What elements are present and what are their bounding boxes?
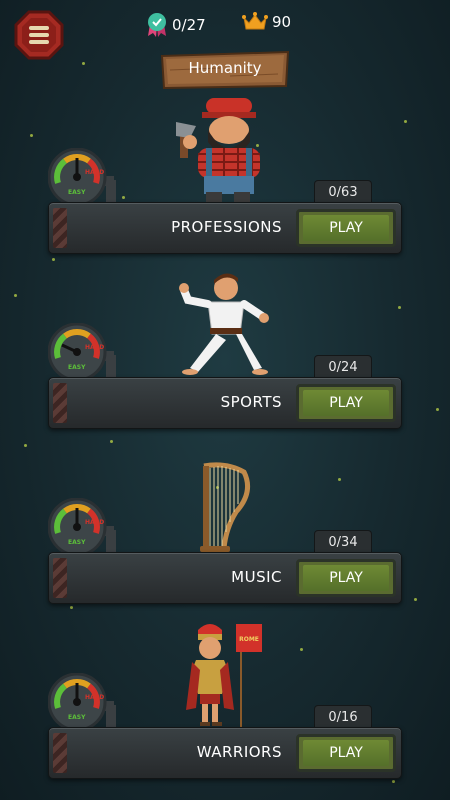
difficulty-gauge: HARD EASY: [47, 147, 118, 207]
progress-counter: 0/24: [314, 355, 372, 378]
difficulty-gauge: HARD EASY: [47, 322, 118, 382]
badges-value: 0/27: [172, 16, 206, 34]
level-bar-stripe: [53, 208, 67, 248]
gauge-hard-label: HARD: [85, 169, 104, 176]
level-name: WARRIORS: [196, 743, 282, 761]
play-button-label: PLAY: [303, 390, 389, 416]
gauge-easy-label: EASY: [68, 189, 86, 196]
play-button-professions[interactable]: PLAY: [296, 209, 396, 247]
gauge-easy-label: EASY: [68, 714, 86, 721]
gauge-easy-label: EASY: [68, 364, 86, 371]
difficulty-gauge: HARD EASY: [47, 672, 118, 732]
gauge-icon: HARD EASY: [47, 672, 116, 732]
hamburger-menu-icon: [14, 10, 64, 60]
play-button-music[interactable]: PLAY: [296, 559, 396, 597]
gauge-hard-label: HARD: [85, 694, 104, 701]
gauge-easy-label: EASY: [68, 539, 86, 546]
gauge-icon: HARD EASY: [47, 322, 116, 382]
level-row-professions: 0/63 PROFESSIONS PLAY: [48, 180, 402, 254]
progress-counter: 0/16: [314, 705, 372, 728]
play-button-label: PLAY: [303, 565, 389, 591]
lumberjack-icon: [176, 98, 260, 202]
rome-banner-text: ROME: [239, 636, 259, 643]
ribbon-badge-icon: [148, 13, 166, 37]
progress-counter: 0/63: [314, 180, 372, 203]
play-button-label: PLAY: [303, 740, 389, 766]
roman-centurion-icon: ROME: [186, 624, 262, 728]
difficulty-gauge: HARD EASY: [47, 497, 118, 557]
level-name: MUSIC: [231, 568, 282, 586]
harp-icon: [200, 462, 251, 552]
roman-centurion-character: ROME: [182, 620, 268, 734]
karate-fighter-character: [176, 272, 276, 382]
karate-fighter-icon: [179, 273, 269, 375]
crown-icon: [242, 12, 268, 30]
gauge-hard-label: HARD: [85, 344, 104, 351]
level-bar-stripe: [53, 733, 67, 773]
level-name: SPORTS: [220, 393, 282, 411]
level-bar-stripe: [53, 558, 67, 598]
category-title-sign: Humanity: [160, 50, 290, 90]
level-row-music: 0/34 MUSIC PLAY: [48, 530, 402, 604]
gauge-hard-label: HARD: [85, 519, 104, 526]
crowns-counter: 90: [242, 12, 291, 32]
gauge-icon: HARD EASY: [47, 147, 116, 207]
lumberjack-character: [176, 96, 276, 210]
level-row-warriors: 0/16 WARRIORS PLAY: [48, 705, 402, 779]
play-button-warriors[interactable]: PLAY: [296, 734, 396, 772]
menu-button[interactable]: [14, 10, 64, 60]
gauge-icon: HARD EASY: [47, 497, 116, 557]
progress-counter: 0/34: [314, 530, 372, 553]
category-title: Humanity: [188, 59, 262, 77]
level-row-sports: 0/24 SPORTS PLAY: [48, 355, 402, 429]
level-bar-stripe: [53, 383, 67, 423]
play-button-sports[interactable]: PLAY: [296, 384, 396, 422]
crowns-value: 90: [272, 13, 292, 31]
level-name: PROFESSIONS: [171, 218, 282, 236]
harp-illustration: [196, 462, 256, 558]
badges-counter: 0/27: [146, 12, 206, 38]
play-button-label: PLAY: [303, 215, 389, 241]
